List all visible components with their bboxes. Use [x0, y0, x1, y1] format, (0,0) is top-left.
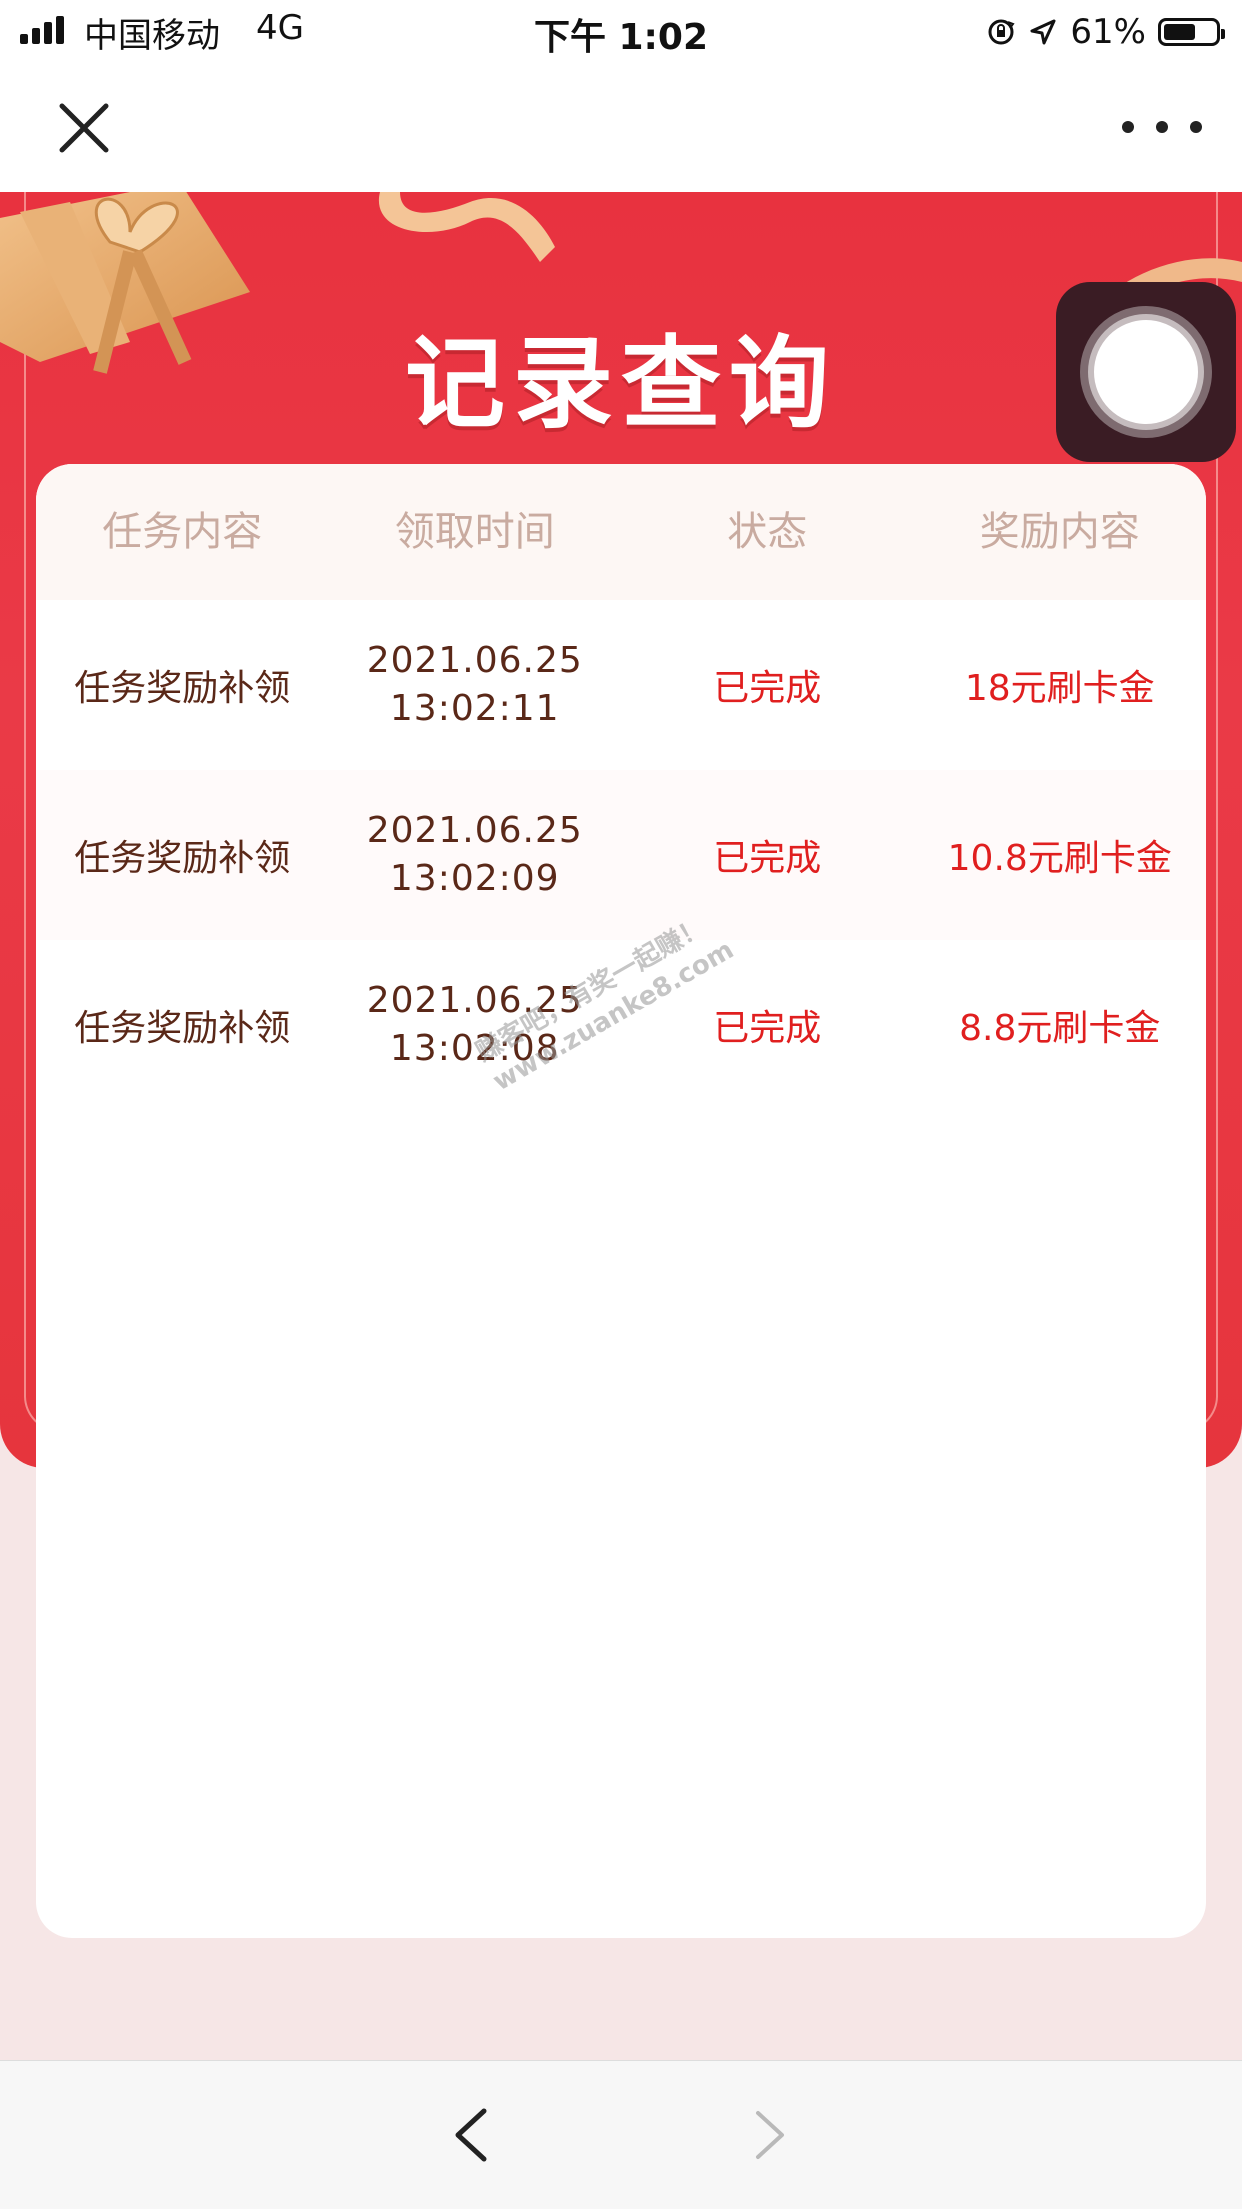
claim-clock: 13:02:11	[389, 688, 560, 729]
ribbon-decoration	[378, 192, 555, 262]
header-status: 状态	[727, 509, 808, 555]
close-icon[interactable]	[54, 98, 114, 158]
task-content: 任务奖励补领	[74, 668, 291, 709]
back-arrow-icon[interactable]	[446, 2105, 496, 2165]
battery-icon	[1158, 18, 1225, 46]
reward-text: 10.8元刷卡金	[947, 838, 1172, 879]
table-header: 任务内容 领取时间 状态 奖励内容	[36, 464, 1206, 600]
claim-date: 2021.06.25	[366, 640, 583, 681]
header-reward: 奖励内容	[979, 509, 1140, 555]
table-row: 任务奖励补领 2021.06.25 13:02:09 已完成 10.8元刷卡金	[36, 770, 1206, 940]
status-text: 已完成	[713, 668, 822, 709]
header-task: 任务内容	[102, 509, 263, 555]
status-text: 已完成	[713, 838, 822, 879]
more-icon[interactable]	[1122, 112, 1202, 142]
records-card: 任务内容 领取时间 状态 奖励内容 任务奖励补领 2021.06.25 13:0…	[36, 464, 1206, 1938]
orientation-lock-icon	[988, 19, 1016, 45]
claim-clock: 13:02:09	[389, 858, 560, 899]
task-content: 任务奖励补领	[74, 1008, 291, 1049]
claim-time: 2021.06.25 13:02:09	[329, 807, 622, 903]
browser-toolbar	[0, 2060, 1242, 2209]
table-row: 任务奖励补领 2021.06.25 13:02:11 已完成 18元刷卡金	[36, 600, 1206, 770]
assistive-touch-icon[interactable]	[1056, 282, 1236, 462]
location-arrow-icon	[1030, 19, 1056, 45]
status-right: 61%	[986, 12, 1225, 52]
status-text: 已完成	[713, 1008, 822, 1049]
task-content: 任务奖励补领	[74, 838, 291, 879]
status-bar: 中国移动 4G 下午 1:02 61%	[0, 0, 1242, 62]
reward-text: 18元刷卡金	[964, 668, 1155, 709]
battery-percent: 61%	[1070, 12, 1146, 52]
header-time: 领取时间	[394, 509, 555, 555]
reward-text: 8.8元刷卡金	[959, 1008, 1161, 1049]
nav-bar	[0, 62, 1242, 192]
claim-time: 2021.06.25 13:02:11	[329, 637, 622, 733]
claim-date: 2021.06.25	[366, 810, 583, 851]
forward-arrow-icon[interactable]	[746, 2105, 796, 2165]
